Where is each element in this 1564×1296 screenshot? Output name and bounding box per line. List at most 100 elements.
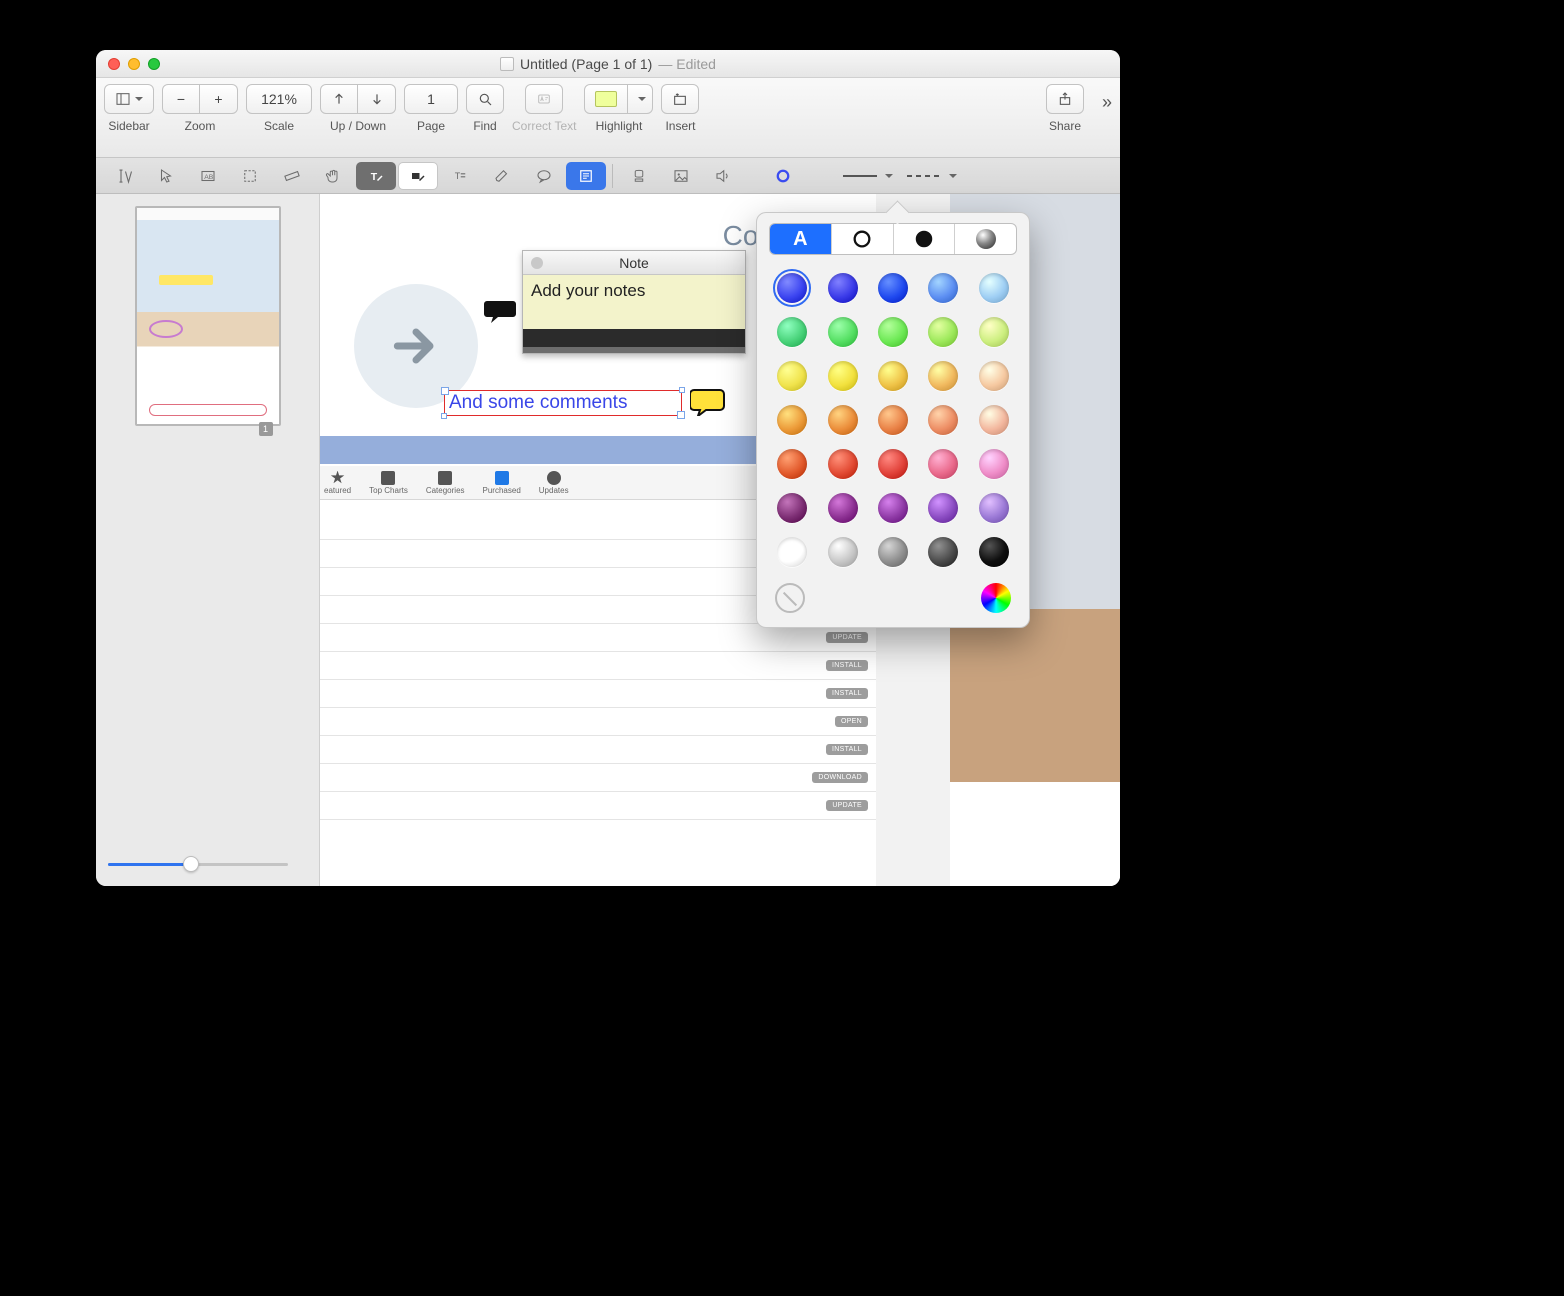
color-swatch[interactable]: [979, 449, 1009, 479]
color-swatch[interactable]: [777, 449, 807, 479]
select-text-tool[interactable]: AB: [188, 162, 228, 190]
scale-field[interactable]: 121%: [246, 84, 312, 114]
comment-annotation[interactable]: And some comments: [444, 390, 682, 416]
speech-bubble-tool[interactable]: [524, 162, 564, 190]
text-annotation-tool[interactable]: T: [356, 162, 396, 190]
segment-outline-color[interactable]: [832, 224, 894, 254]
page-down-button[interactable]: [358, 84, 396, 114]
color-swatch[interactable]: [979, 317, 1009, 347]
color-swatch[interactable]: [878, 361, 908, 391]
stroke-color-button[interactable]: [763, 162, 803, 190]
color-swatch[interactable]: [828, 273, 858, 303]
window-zoom-button[interactable]: [148, 58, 160, 70]
color-swatch[interactable]: [828, 449, 858, 479]
share-button[interactable]: [1046, 84, 1084, 114]
insert-button[interactable]: [661, 84, 699, 114]
crop-tool[interactable]: [230, 162, 270, 190]
window-minimize-button[interactable]: [128, 58, 140, 70]
find-button[interactable]: [466, 84, 504, 114]
color-swatch[interactable]: [928, 273, 958, 303]
tab-top-charts[interactable]: Top Charts: [369, 471, 408, 495]
highlighter-tool[interactable]: [482, 162, 522, 190]
text-cursor-tool[interactable]: [104, 162, 144, 190]
no-color-swatch[interactable]: [775, 583, 805, 613]
toolbar-overflow-button[interactable]: »: [1102, 92, 1112, 113]
color-swatch[interactable]: [928, 361, 958, 391]
color-swatch[interactable]: [928, 405, 958, 435]
correct-text-button[interactable]: [525, 84, 563, 114]
note-tool[interactable]: [566, 162, 606, 190]
segment-fill-color[interactable]: [894, 224, 956, 254]
highlight-button[interactable]: [584, 84, 628, 114]
highlight-menu-button[interactable]: [628, 84, 653, 114]
text-style-tool[interactable]: T: [440, 162, 480, 190]
color-swatch[interactable]: [878, 317, 908, 347]
note-body[interactable]: Add your notes: [523, 275, 745, 329]
row-action-button[interactable]: INSTALL: [826, 660, 868, 671]
ruler-tool[interactable]: [272, 162, 312, 190]
color-swatch[interactable]: [878, 449, 908, 479]
color-swatch[interactable]: [878, 493, 908, 523]
color-swatch[interactable]: [777, 405, 807, 435]
sticky-note[interactable]: Note Add your notes: [522, 250, 746, 354]
color-swatch[interactable]: [828, 493, 858, 523]
color-swatch[interactable]: [878, 405, 908, 435]
stamp-tool[interactable]: [619, 162, 659, 190]
slider-knob[interactable]: [183, 856, 199, 872]
row-action-button[interactable]: INSTALL: [826, 744, 868, 755]
pointer-tool[interactable]: [146, 162, 186, 190]
color-swatch[interactable]: [979, 361, 1009, 391]
color-swatch[interactable]: [928, 493, 958, 523]
color-swatch[interactable]: [928, 537, 958, 567]
page-field[interactable]: 1: [404, 84, 458, 114]
color-swatch[interactable]: [777, 361, 807, 391]
color-swatch[interactable]: [777, 273, 807, 303]
zoom-out-button[interactable]: −: [162, 84, 200, 114]
color-swatch[interactable]: [777, 493, 807, 523]
zoom-group: − + Zoom: [162, 84, 238, 133]
speech-annotation[interactable]: [484, 298, 518, 324]
color-swatch[interactable]: [979, 273, 1009, 303]
color-swatch[interactable]: [979, 493, 1009, 523]
color-swatch[interactable]: [878, 273, 908, 303]
sound-tool[interactable]: [703, 162, 743, 190]
color-swatch[interactable]: [777, 537, 807, 567]
tab-featured[interactable]: eatured: [324, 471, 351, 495]
row-action-button[interactable]: UPDATE: [826, 632, 868, 643]
color-swatch[interactable]: [979, 405, 1009, 435]
window-close-button[interactable]: [108, 58, 120, 70]
color-swatch[interactable]: [928, 449, 958, 479]
tab-purchased[interactable]: Purchased: [483, 471, 521, 495]
color-swatch[interactable]: [828, 317, 858, 347]
row-action-button[interactable]: DOWNLOAD: [812, 772, 868, 783]
color-swatch[interactable]: [878, 537, 908, 567]
redact-tool[interactable]: [398, 162, 438, 190]
color-swatch[interactable]: [979, 537, 1009, 567]
color-swatch[interactable]: [777, 317, 807, 347]
tab-categories[interactable]: Categories: [426, 471, 465, 495]
image-tool[interactable]: [661, 162, 701, 190]
color-swatch[interactable]: [828, 405, 858, 435]
zoom-in-button[interactable]: +: [200, 84, 238, 114]
line-style-picker[interactable]: [837, 168, 899, 183]
color-swatch[interactable]: [828, 361, 858, 391]
sidebar-toggle-button[interactable]: [104, 84, 154, 114]
row-action-button[interactable]: OPEN: [835, 716, 868, 727]
comment-bubble-annotation[interactable]: [690, 388, 726, 416]
titlebar: Untitled (Page 1 of 1) — Edited: [96, 50, 1120, 78]
page-up-button[interactable]: [320, 84, 358, 114]
note-header[interactable]: Note: [523, 251, 745, 275]
hand-tool[interactable]: [314, 162, 354, 190]
row-action-button[interactable]: INSTALL: [826, 688, 868, 699]
line-dash-picker[interactable]: [901, 168, 963, 183]
row-action-button[interactable]: UPDATE: [826, 800, 868, 811]
tab-updates[interactable]: Updates: [539, 471, 569, 495]
segment-text-color[interactable]: A: [770, 224, 832, 254]
page-thumbnail[interactable]: 1: [135, 206, 281, 426]
color-swatch[interactable]: [928, 317, 958, 347]
note-collapse-dot[interactable]: [531, 257, 543, 269]
thumbnail-zoom-slider[interactable]: [108, 854, 288, 874]
segment-sphere-color[interactable]: [955, 224, 1016, 254]
color-swatch[interactable]: [828, 537, 858, 567]
color-wheel-button[interactable]: [981, 583, 1011, 613]
